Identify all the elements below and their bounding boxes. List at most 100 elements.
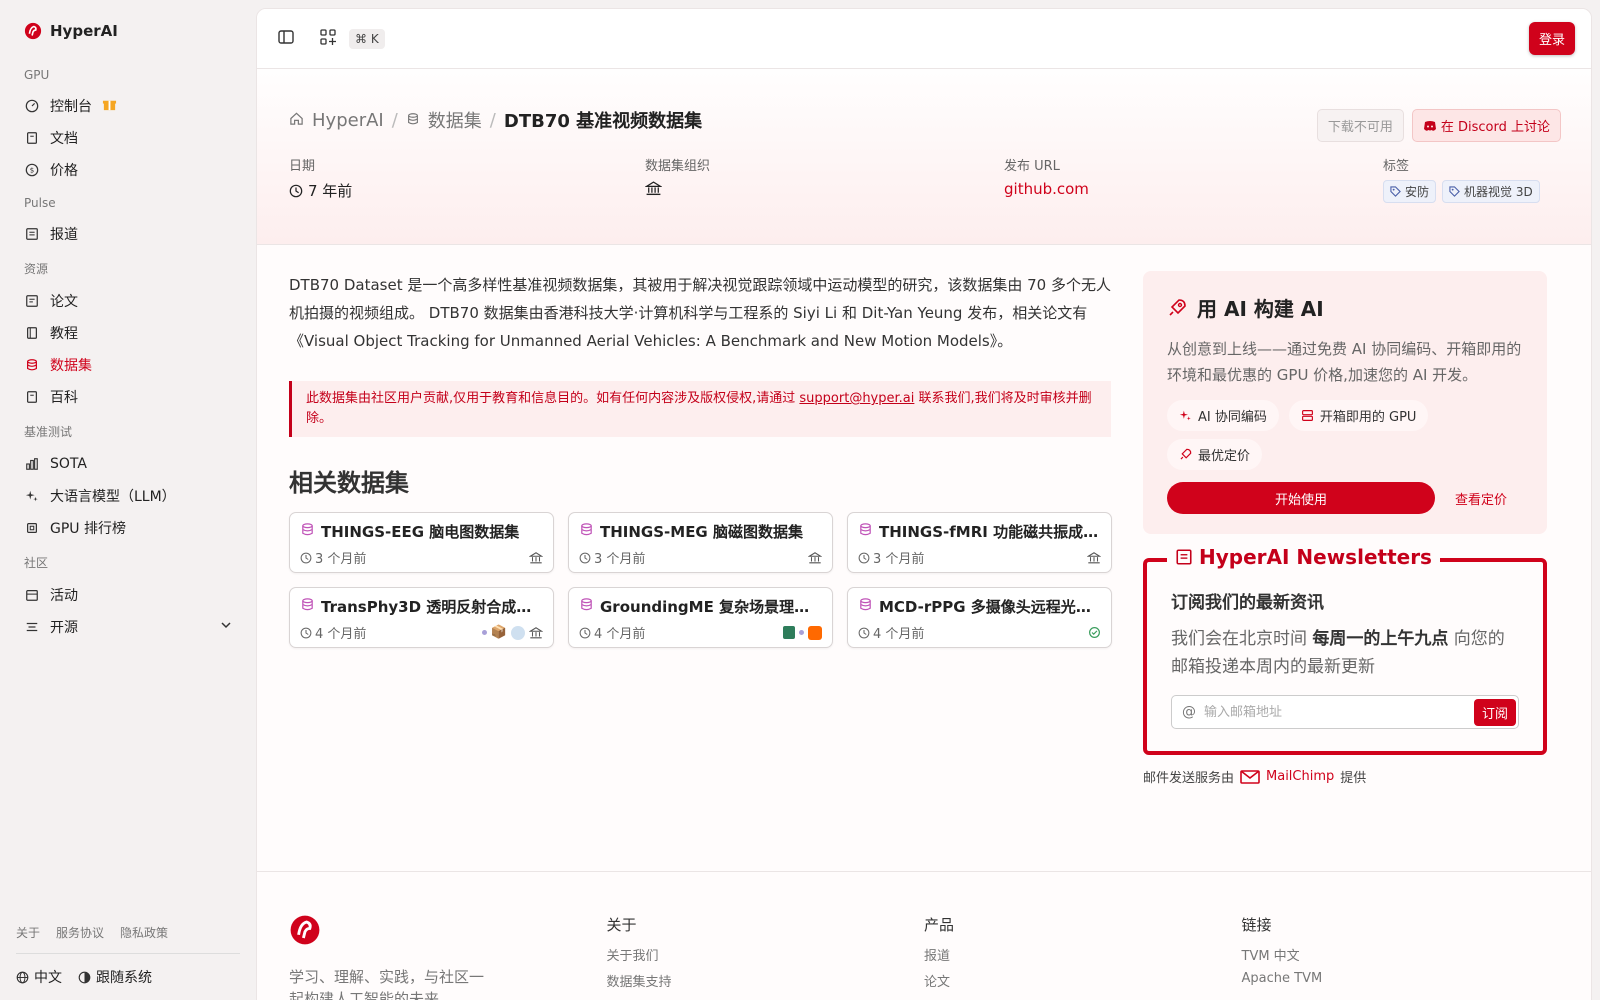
tag-label: 安防	[1405, 185, 1430, 199]
footer-heading: 链接	[1241, 916, 1272, 934]
get-started-button[interactable]: 开始使用	[1167, 482, 1435, 514]
sidebar-item-pricing[interactable]: $ 价格	[16, 154, 240, 186]
sidebar-section-community: 社区	[24, 556, 49, 570]
footer-link[interactable]: TVM 中文	[1242, 945, 1560, 964]
theme-label: 跟随系统	[96, 970, 152, 986]
feature-label: 最优定价	[1198, 449, 1251, 464]
promo-title-text: 用 AI 构建 AI	[1197, 297, 1324, 321]
discord-button[interactable]: 在 Discord 上讨论	[1411, 109, 1561, 142]
card-title: MCD-rPPG 多摄像头远程光电容积数据集	[879, 598, 1101, 616]
copyright-notice: 此数据集由社区用户贡献,仅用于教育和信息目的。如有任何内容涉及版权侵权,请通过 …	[289, 381, 1111, 437]
meta-url: 发布 URL github.com	[1004, 155, 1383, 203]
clock-icon	[858, 552, 870, 563]
email-input[interactable]	[1204, 704, 1474, 720]
brand[interactable]: HyperAI	[16, 20, 240, 58]
meta-value	[645, 180, 1004, 197]
newsletter-desc-text: 我们会在北京时间	[1171, 629, 1313, 649]
sidebar-item-console[interactable]: 控制台	[16, 90, 240, 122]
promo-title: 用 AI 构建 AI	[1167, 293, 1523, 322]
institution-icon	[1087, 551, 1101, 563]
footer-link[interactable]: 报道	[924, 945, 1242, 964]
chevron-down-icon[interactable]	[220, 619, 232, 635]
about-link[interactable]: 关于	[16, 924, 40, 941]
cube-icon: 📦	[490, 625, 507, 640]
sidebar-section-gpu: GPU	[24, 68, 50, 82]
meta-label: 数据集组织	[645, 159, 711, 174]
globe-icon	[16, 971, 29, 983]
sidebar-item-label: SOTA	[50, 456, 87, 472]
sidebar-item-events[interactable]: 活动	[16, 579, 240, 611]
dataset-card[interactable]: GroundingME 复杂场景理解数据集 4 个月前	[568, 587, 833, 648]
dataset-card[interactable]: THINGS-fMRI 功能磁共振成像数据集 3 个月前	[847, 512, 1112, 573]
newsletter-description: 我们会在北京时间 每周一的上午九点 向您的邮箱投递本周内的最新更新	[1171, 625, 1519, 681]
apps-icon[interactable]	[319, 28, 337, 50]
terms-link[interactable]: 服务协议	[56, 924, 104, 941]
sidebar-item-tutorials[interactable]: 教程	[16, 317, 240, 349]
subscribe-button[interactable]: 订阅	[1473, 698, 1516, 726]
institution-icon	[808, 551, 822, 563]
footer-link[interactable]: 论文	[924, 971, 1242, 990]
sidebar-item-gpu-leaderboard[interactable]: GPU 排行榜	[16, 512, 240, 544]
meta-value: 7 年前	[289, 180, 645, 201]
footer-link[interactable]: 数据集支持	[607, 971, 925, 990]
source-url-link[interactable]: github.com	[1004, 180, 1383, 198]
footer-link[interactable]: Apache TVM	[1242, 971, 1560, 986]
org-dot-icon	[799, 630, 804, 635]
tag-list: 安防 机器视觉 3D	[1383, 180, 1540, 203]
list-icon	[24, 619, 40, 635]
language-button[interactable]: 中文	[16, 967, 62, 987]
login-button[interactable]: 登录	[1528, 22, 1575, 55]
support-email-link[interactable]: support@hyper.ai	[799, 391, 914, 406]
feature-pill: 开箱即用的 GPU	[1288, 400, 1429, 431]
theme-button[interactable]: 跟随系统	[78, 967, 152, 987]
dataset-card[interactable]: TransPhy3D 透明反射合成视频数据集 4 个月前 📦	[289, 587, 554, 648]
footer-tagline: 学习、理解、实践，与社区一起构建人工智能的未来	[289, 968, 485, 1000]
footer-link[interactable]: 关于我们	[607, 945, 925, 964]
sidebar-item-llm[interactable]: 大语言模型（LLM）	[16, 480, 240, 512]
sidebar-item-opensource[interactable]: 开源	[16, 611, 240, 643]
footer-column-products: 产品 报道 论文	[924, 914, 1242, 1000]
command-shortcut[interactable]: ⌘ K	[349, 28, 385, 49]
sidebar-item-papers[interactable]: 论文	[16, 285, 240, 317]
hyperai-logo-icon	[290, 915, 320, 945]
sidebar-right: 用 AI 构建 AI 从创意到上线——通过免费 AI 协同编码、开箱即用的环境和…	[1143, 271, 1547, 786]
sidebar-item-docs[interactable]: 文档	[16, 122, 240, 154]
page-title: DTB70 基准视频数据集	[503, 111, 703, 132]
tag[interactable]: 安防	[1383, 180, 1437, 203]
breadcrumb-root[interactable]: HyperAI	[312, 110, 384, 131]
sidebar-item-reports[interactable]: 报道	[16, 218, 240, 250]
database-icon	[858, 597, 873, 616]
header-actions: 下载不可用 在 Discord 上讨论	[1316, 109, 1561, 142]
tag-icon	[1449, 186, 1460, 197]
newsletter-legend-text: HyperAI Newsletters	[1199, 545, 1432, 569]
dataset-card[interactable]: THINGS-MEG 脑磁图数据集 3 个月前	[568, 512, 833, 573]
newspaper-icon	[1176, 549, 1192, 565]
wiki-icon	[24, 389, 40, 405]
sidebar: HyperAI GPU 控制台 文档 $ 价格 Pulse 报道 资源 论文 教…	[0, 0, 256, 1000]
card-title: THINGS-EEG 脑电图数据集	[321, 523, 520, 541]
mailchimp-link[interactable]: MailChimp	[1266, 769, 1334, 784]
view-pricing-link[interactable]: 查看定价	[1455, 489, 1507, 508]
download-button[interactable]: 下载不可用	[1316, 109, 1404, 142]
card-time: 4 个月前	[594, 627, 646, 642]
dataset-card[interactable]: THINGS-EEG 脑电图数据集 3 个月前	[289, 512, 554, 573]
dataset-header: HyperAI / 数据集 / DTB70 基准视频数据集 下载不可用 在 Di…	[257, 69, 1591, 245]
sidebar-item-wiki[interactable]: 百科	[16, 381, 240, 413]
sidebar-item-sota[interactable]: SOTA	[16, 448, 240, 480]
privacy-link[interactable]: 隐私政策	[120, 924, 168, 941]
breadcrumb-section[interactable]: 数据集	[428, 107, 482, 133]
sidebar-item-datasets[interactable]: 数据集	[16, 349, 240, 381]
meta-org: 数据集组织	[645, 155, 1004, 203]
feature-label: AI 协同编码	[1198, 410, 1267, 425]
card-time: 3 个月前	[594, 552, 646, 567]
card-time: 3 个月前	[873, 552, 925, 567]
footer-brand: 学习、理解、实践，与社区一起构建人工智能的未来	[289, 914, 607, 1000]
sidebar-toggle-icon[interactable]	[277, 28, 295, 50]
feature-pill: 最优定价	[1167, 439, 1263, 470]
rocket-icon	[1180, 448, 1192, 460]
database-icon	[858, 522, 873, 541]
language-label: 中文	[34, 970, 62, 986]
dataset-card[interactable]: MCD-rPPG 多摄像头远程光电容积数据集 4 个月前	[847, 587, 1112, 648]
tag[interactable]: 机器视觉 3D	[1442, 180, 1540, 203]
breadcrumb-separator: /	[391, 109, 398, 131]
